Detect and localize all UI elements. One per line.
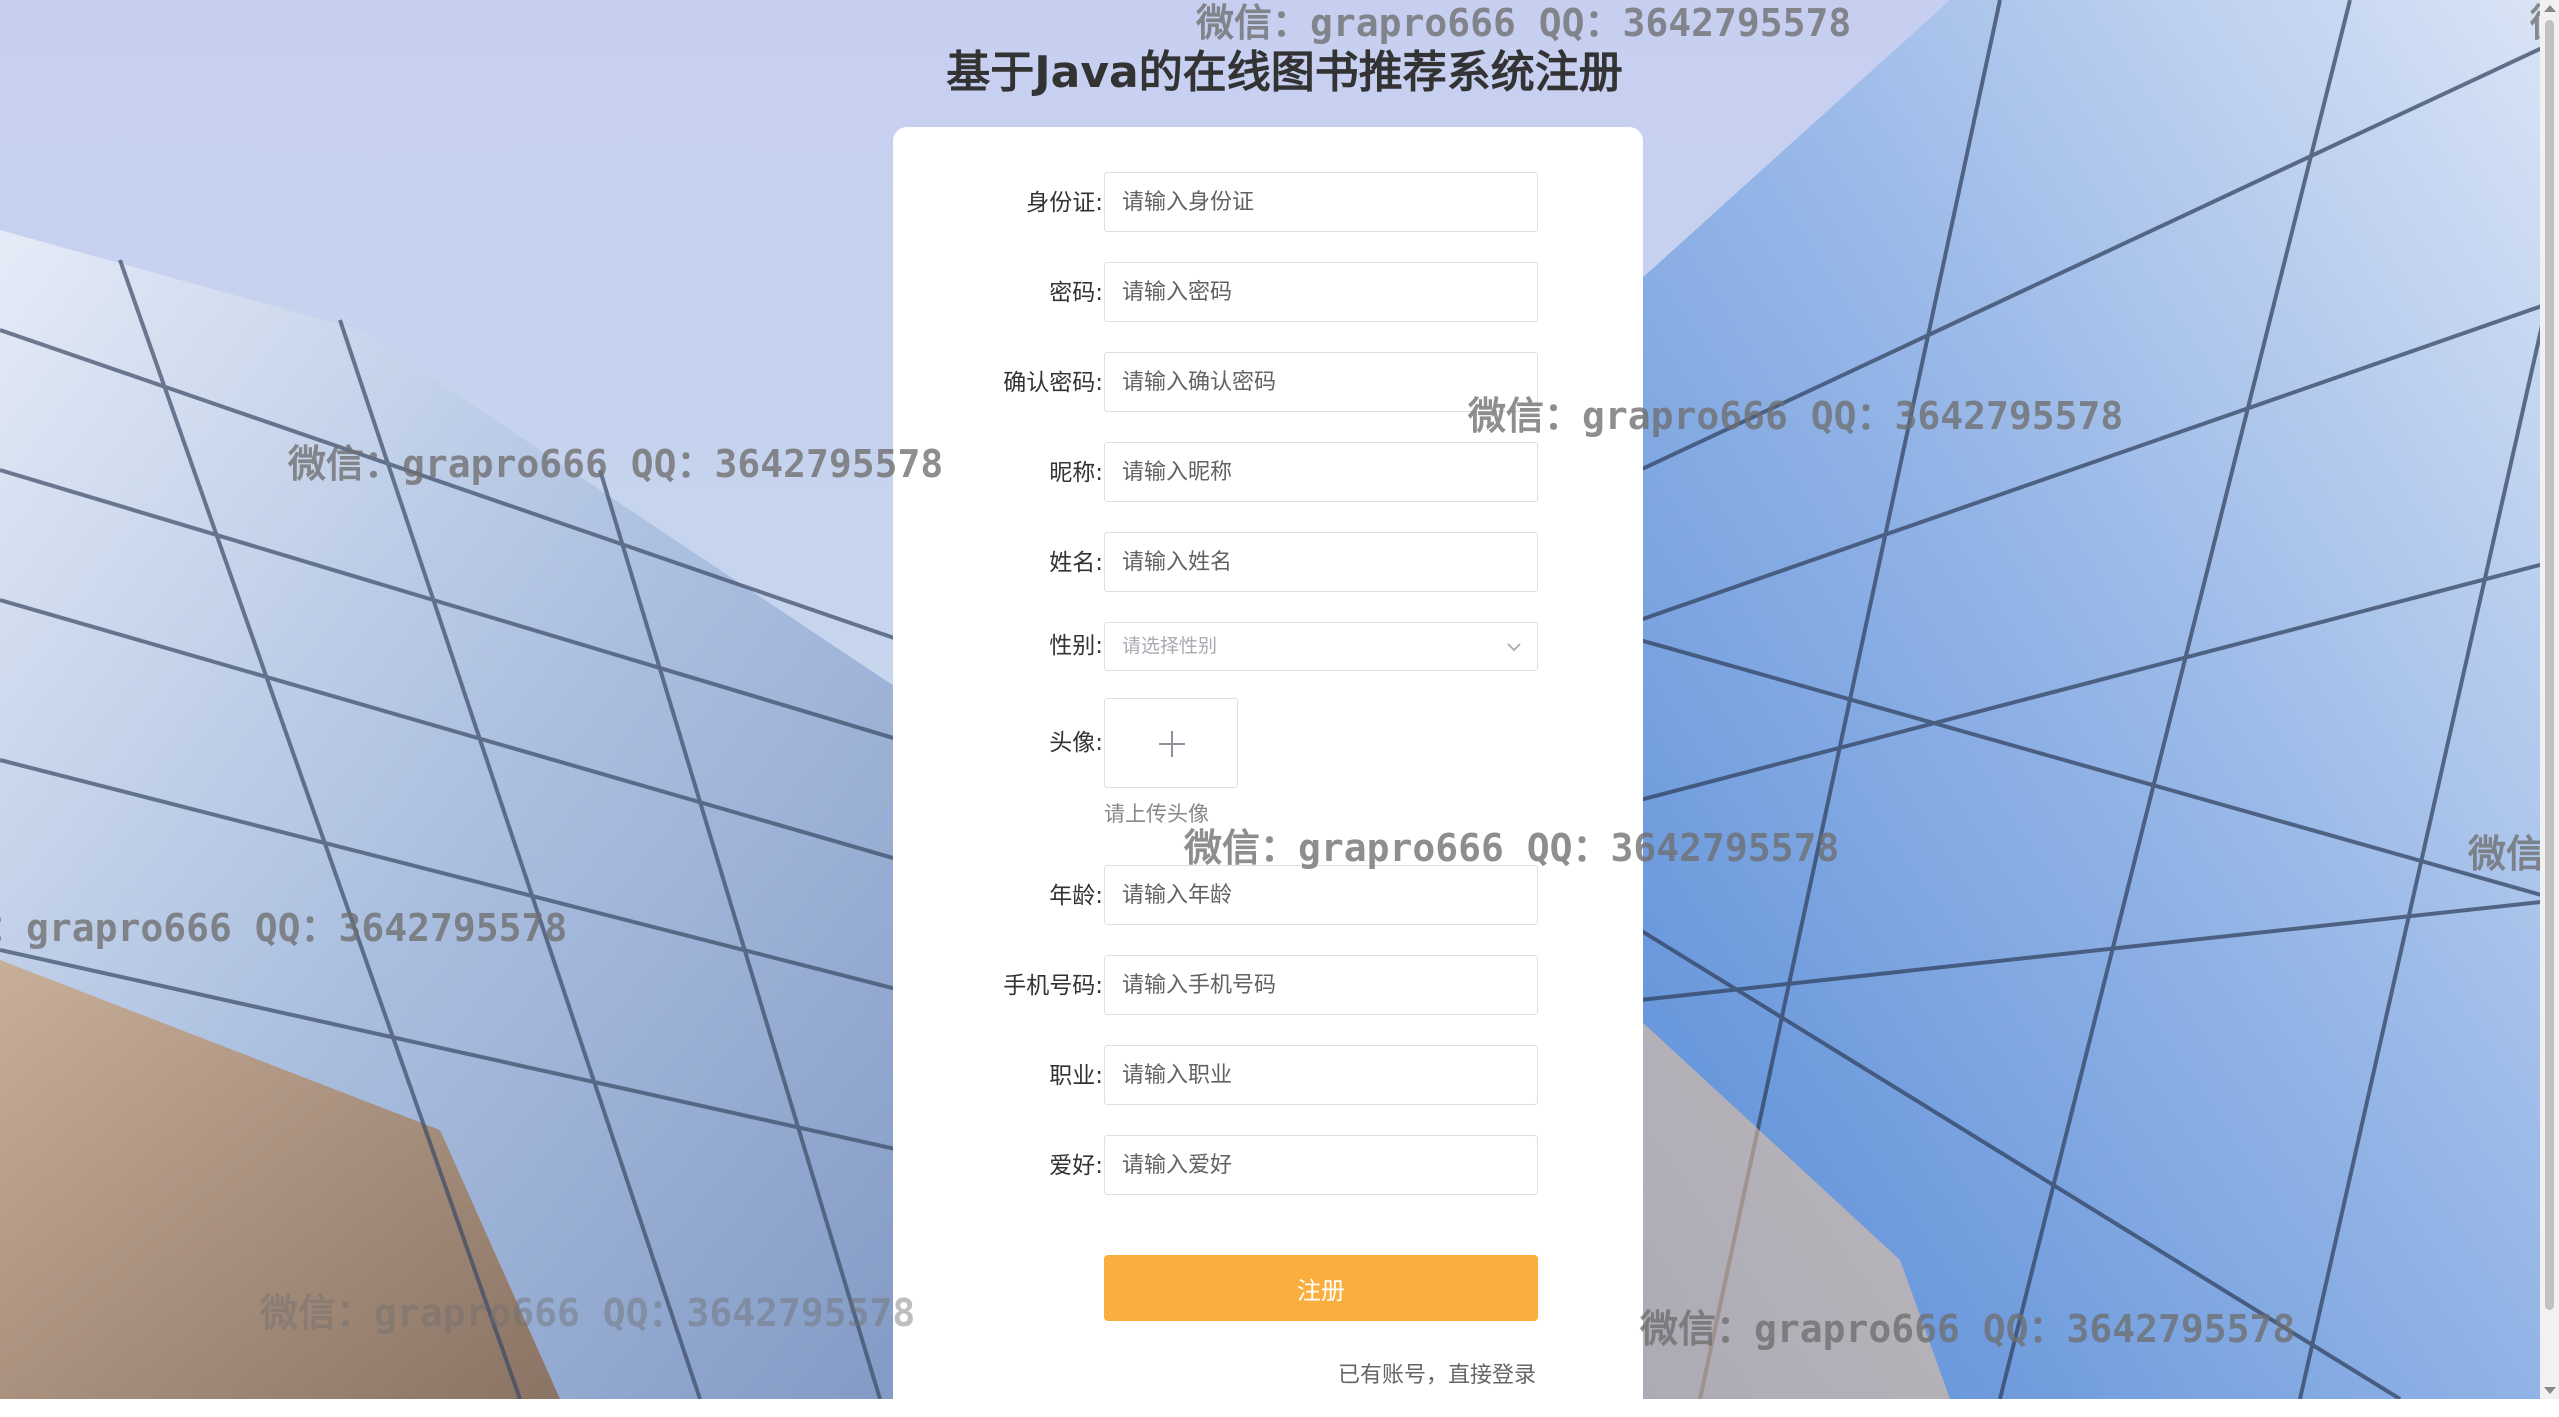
watermark: 微信：grapro666 QQ：3642795578 bbox=[1640, 1307, 2296, 1351]
age-input[interactable] bbox=[1104, 865, 1538, 925]
scrollbar-thumb[interactable] bbox=[2545, 20, 2554, 1310]
avatar-label: 头像: bbox=[1049, 730, 1103, 756]
form-row-nickname: 昵称: bbox=[893, 442, 1643, 504]
gender-select-placeholder: 请选择性别 bbox=[1122, 635, 1218, 657]
register-form: 身份证: 密码: 确认密码: 昵称: 姓名: 性别: 请选择性别 头像: bbox=[893, 127, 1643, 1417]
hobby-label: 爱好: bbox=[1049, 1153, 1103, 1179]
scroll-down-arrow-icon[interactable] bbox=[2544, 1387, 2556, 1394]
id-card-input[interactable] bbox=[1104, 172, 1538, 232]
form-row-phone: 手机号码: bbox=[893, 955, 1643, 1017]
watermark: 微信：grapro666 QQ：3642795578 bbox=[1184, 826, 1840, 870]
chevron-down-icon bbox=[1507, 643, 1521, 652]
occupation-input[interactable] bbox=[1104, 1045, 1538, 1105]
phone-label: 手机号码: bbox=[1003, 973, 1103, 999]
form-row-id-card: 身份证: bbox=[893, 172, 1643, 234]
age-label: 年龄: bbox=[1049, 883, 1103, 909]
form-row-name: 姓名: bbox=[893, 532, 1643, 594]
password-label: 密码: bbox=[1049, 280, 1103, 306]
phone-input[interactable] bbox=[1104, 955, 1538, 1015]
form-row-hobby: 爱好: bbox=[893, 1135, 1643, 1197]
id-card-label: 身份证: bbox=[1026, 190, 1103, 216]
login-link[interactable]: 已有账号，直接登录 bbox=[1338, 1357, 1536, 1389]
password-input[interactable] bbox=[1104, 262, 1538, 322]
nickname-input[interactable] bbox=[1104, 442, 1538, 502]
avatar-uploader[interactable] bbox=[1104, 698, 1238, 788]
watermark: 微信：grapro666 QQ：3642795578 bbox=[1196, 1, 1852, 45]
watermark: 微信：grapro666 QQ：3642795578 bbox=[288, 442, 944, 486]
form-row-occupation: 职业: bbox=[893, 1045, 1643, 1107]
register-button[interactable]: 注册 bbox=[1104, 1255, 1538, 1321]
page-scrollbar[interactable] bbox=[2540, 0, 2559, 1399]
confirm-password-label: 确认密码: bbox=[1003, 370, 1103, 396]
name-label: 姓名: bbox=[1049, 550, 1103, 576]
watermark: 微信：grapro666 QQ：3642795578 bbox=[1468, 394, 2124, 438]
gender-select[interactable]: 请选择性别 bbox=[1104, 622, 1538, 671]
scroll-up-arrow-icon[interactable] bbox=[2544, 5, 2556, 12]
form-row-password: 密码: bbox=[893, 262, 1643, 324]
watermark: 微信：grapro666 QQ：3642795578 bbox=[260, 1291, 916, 1335]
occupation-label: 职业: bbox=[1049, 1063, 1103, 1089]
plus-icon bbox=[1159, 731, 1185, 757]
gender-label: 性别: bbox=[1049, 633, 1103, 659]
hobby-input[interactable] bbox=[1104, 1135, 1538, 1195]
form-row-age: 年龄: bbox=[893, 865, 1643, 927]
name-input[interactable] bbox=[1104, 532, 1538, 592]
watermark-partial: ：grapro666 QQ：3642795578 bbox=[0, 906, 568, 950]
form-row-gender: 性别: 请选择性别 bbox=[893, 622, 1643, 671]
nickname-label: 昵称: bbox=[1049, 460, 1103, 486]
